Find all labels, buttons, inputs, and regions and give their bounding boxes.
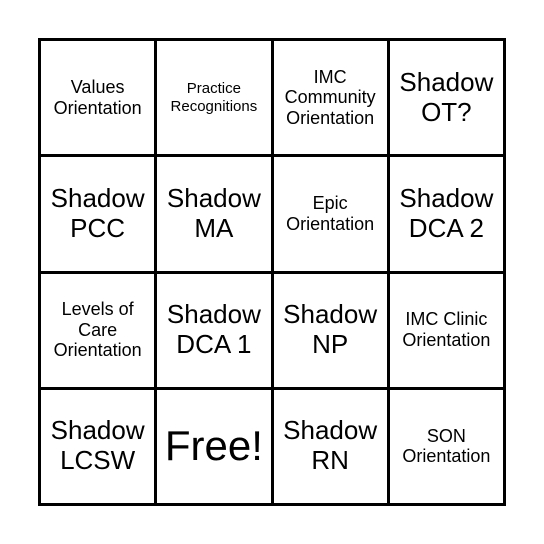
- bingo-cell-r2c2[interactable]: Shadow MA: [157, 157, 271, 271]
- bingo-board: Values Orientation Practice Recognitions…: [38, 38, 506, 506]
- bingo-cell-r3c1[interactable]: Levels of Care Orientation: [41, 273, 155, 387]
- bingo-cell-r3c3[interactable]: Shadow NP: [273, 273, 387, 387]
- bingo-cell-r1c1[interactable]: Values Orientation: [41, 41, 155, 155]
- bingo-cell-r1c3[interactable]: IMC Community Orientation: [273, 41, 387, 155]
- bingo-cell-r1c2[interactable]: Practice Recognitions: [157, 41, 271, 155]
- bingo-cell-r3c4[interactable]: IMC Clinic Orientation: [389, 273, 503, 387]
- bingo-cell-r4c4[interactable]: SON Orientation: [389, 389, 503, 503]
- bingo-cell-r2c1[interactable]: Shadow PCC: [41, 157, 155, 271]
- bingo-cell-free[interactable]: Free!: [157, 389, 271, 503]
- bingo-cell-r2c4[interactable]: Shadow DCA 2: [389, 157, 503, 271]
- bingo-cell-r4c1[interactable]: Shadow LCSW: [41, 389, 155, 503]
- bingo-cell-r4c3[interactable]: Shadow RN: [273, 389, 387, 503]
- bingo-cell-r2c3[interactable]: Epic Orientation: [273, 157, 387, 271]
- bingo-cell-r1c4[interactable]: Shadow OT?: [389, 41, 503, 155]
- bingo-cell-r3c2[interactable]: Shadow DCA 1: [157, 273, 271, 387]
